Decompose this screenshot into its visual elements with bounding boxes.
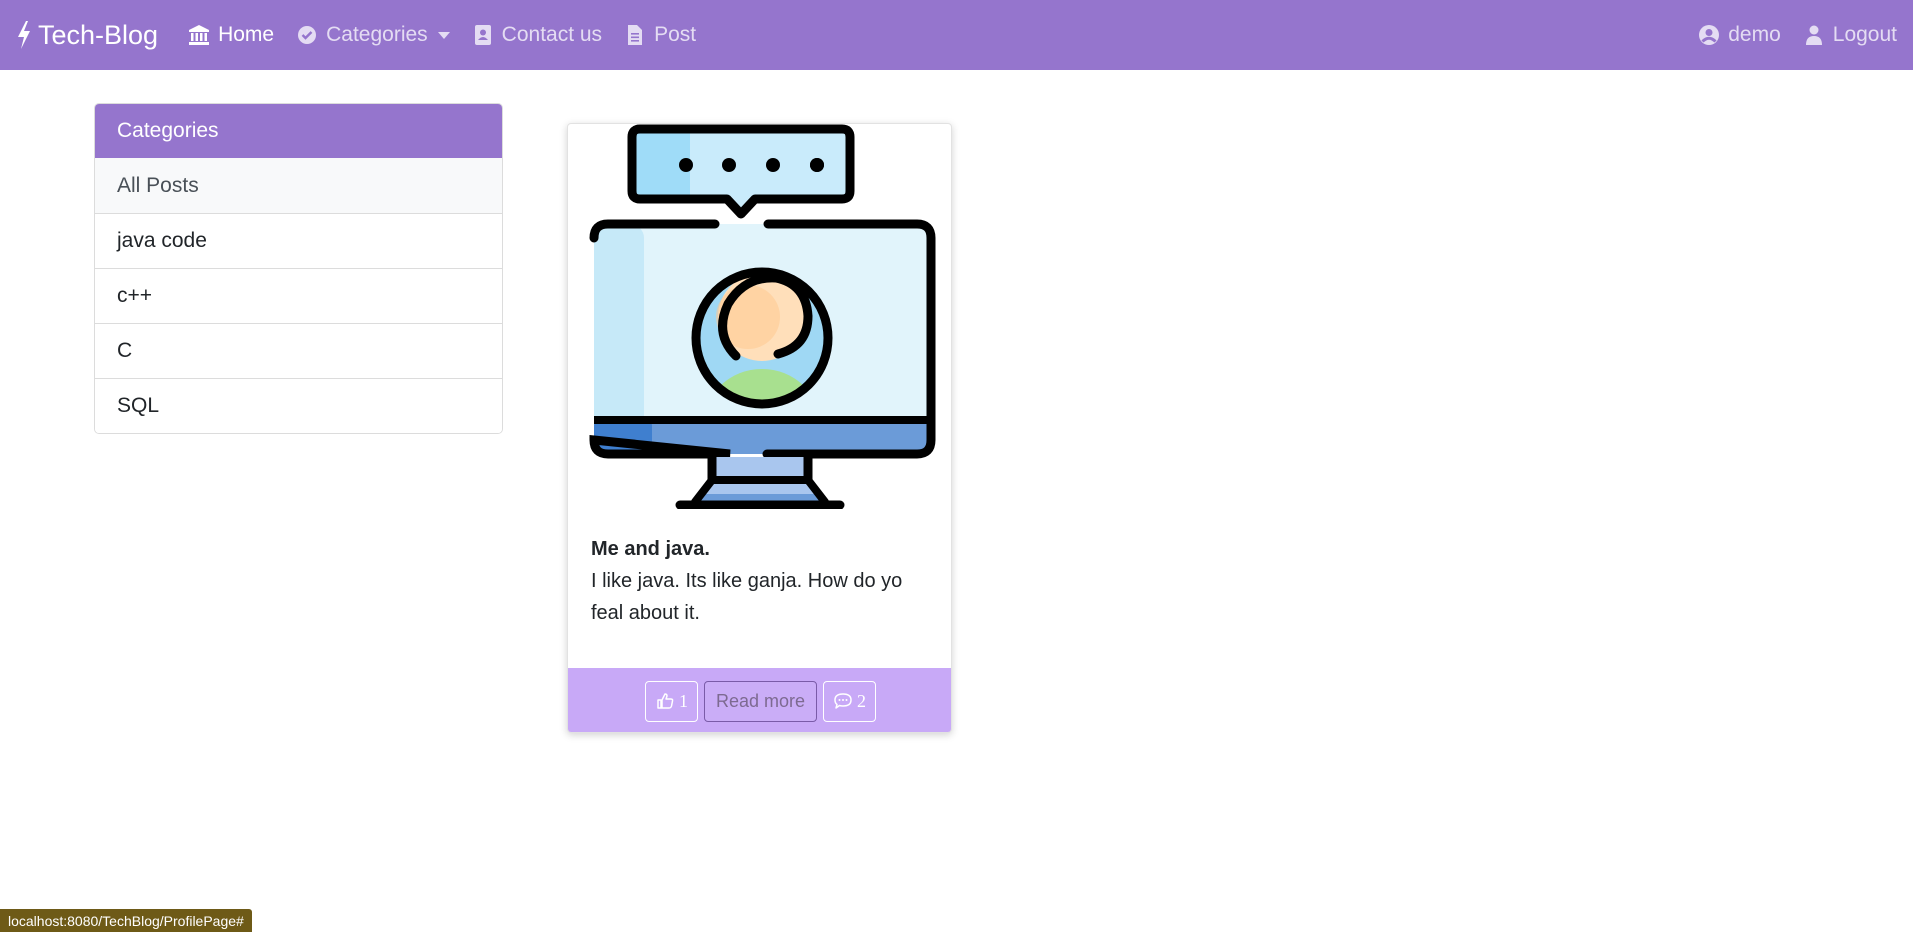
nav-home-label: Home <box>218 23 275 46</box>
category-item-cpp[interactable]: c++ <box>95 268 502 323</box>
nav-profile-label: demo <box>1728 23 1781 46</box>
chevron-down-icon <box>437 31 450 39</box>
thumbs-up-icon <box>657 693 674 709</box>
address-book-icon <box>472 24 494 46</box>
nav-home[interactable]: Home <box>188 23 274 47</box>
like-button[interactable]: 1 <box>644 680 698 722</box>
post-title: Me and java. <box>591 538 710 560</box>
category-list: Categories All Posts java code c++ C SQL <box>94 103 503 434</box>
computer-user-chat-illustration <box>589 124 936 509</box>
nav-categories-label: Categories <box>326 23 428 46</box>
user-circle-icon <box>1698 24 1720 46</box>
file-text-icon <box>624 24 646 46</box>
nav-categories-dropdown[interactable]: Categories <box>296 23 450 47</box>
bolt-icon <box>18 21 30 49</box>
brand-label: Tech-Blog <box>38 19 159 50</box>
navbar-right: demo Logout <box>1676 23 1897 47</box>
bank-icon <box>188 24 210 46</box>
check-circle-icon <box>296 24 318 46</box>
comment-count: 2 <box>857 690 867 711</box>
post-content: I like java. Its like ganja. How do yo f… <box>591 570 903 624</box>
category-item-java-code[interactable]: java code <box>95 213 502 268</box>
nav-contact[interactable]: Contact us <box>472 23 602 47</box>
like-count: 1 <box>678 690 688 711</box>
nav-post[interactable]: Post <box>624 23 696 47</box>
category-item-sql[interactable]: SQL <box>95 378 502 433</box>
category-list-header: Categories <box>95 104 502 158</box>
browser-status-url: localhost:8080/TechBlog/ProfilePage# <box>0 909 252 932</box>
comments-button[interactable]: 2 <box>823 680 877 722</box>
nav-logout-label: Logout <box>1832 23 1897 46</box>
comment-icon <box>834 693 852 709</box>
user-icon <box>1803 24 1825 46</box>
nav-post-label: Post <box>654 23 697 46</box>
read-more-button[interactable]: Read more <box>703 680 818 722</box>
post-card: Me and java. I like java. Its like ganja… <box>567 123 952 733</box>
post-footer: 1 Read more 2 <box>568 668 951 732</box>
nav-profile[interactable]: demo <box>1698 23 1781 47</box>
brand-link[interactable]: Tech-Blog <box>16 20 158 51</box>
category-item-all-posts[interactable]: All Posts <box>95 158 502 213</box>
post-body: Me and java. I like java. Its like ganja… <box>591 533 936 629</box>
category-item-c[interactable]: C <box>95 323 502 378</box>
nav-contact-label: Contact us <box>501 23 603 46</box>
nav-logout[interactable]: Logout <box>1803 23 1897 47</box>
navbar: Tech-Blog Home Categories Contact us Pos… <box>0 0 1913 70</box>
